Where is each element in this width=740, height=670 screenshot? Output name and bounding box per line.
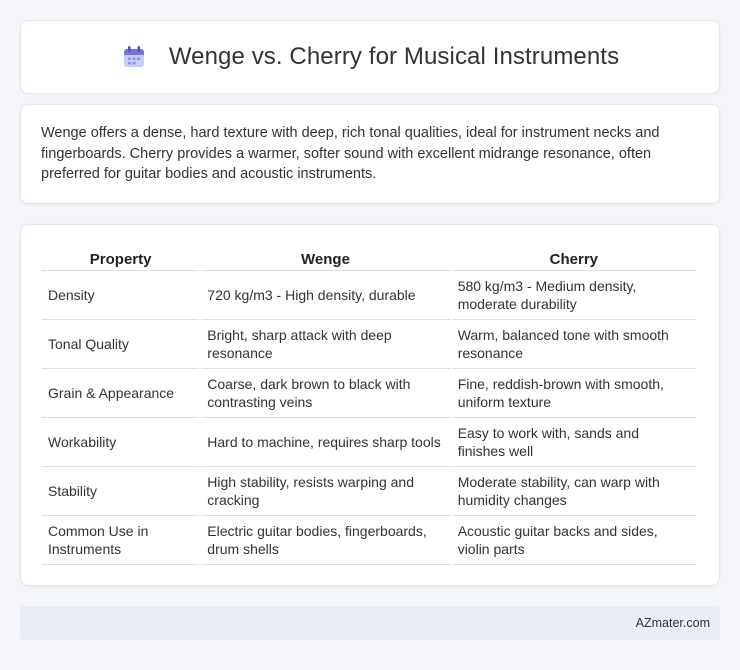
property-cell: Stability [42,467,200,516]
cherry-cell: Moderate stability, can warp with humidi… [451,467,696,516]
footer-site-link[interactable]: AZmater.com [636,616,710,630]
comparison-card: Property Wenge Cherry Density 720 kg/m3 … [20,224,720,586]
column-header-cherry: Cherry [451,245,696,271]
table-header-row: Property Wenge Cherry [42,245,696,271]
table-row: Workability Hard to machine, requires sh… [42,418,696,467]
footer-bar: AZmater.com [20,606,720,640]
wenge-cell: High stability, resists warping and crac… [201,467,450,516]
wenge-cell: Coarse, dark brown to black with contras… [201,369,450,418]
cherry-cell: Warm, balanced tone with smooth resonanc… [451,320,696,369]
property-cell: Common Use in Instruments [42,516,200,565]
table-row: Grain & Appearance Coarse, dark brown to… [42,369,696,418]
wenge-cell: Bright, sharp attack with deep resonance [201,320,450,369]
property-cell: Workability [42,418,200,467]
wenge-cell: Electric guitar bodies, fingerboards, dr… [201,516,450,565]
cherry-cell: 580 kg/m3 - Medium density, moderate dur… [451,271,696,320]
wenge-cell: 720 kg/m3 - High density, durable [201,271,450,320]
property-cell: Density [42,271,200,320]
comparison-table: Property Wenge Cherry Density 720 kg/m3 … [40,245,698,565]
column-header-wenge: Wenge [201,245,450,271]
wenge-cell: Hard to machine, requires sharp tools [201,418,450,467]
cherry-cell: Acoustic guitar backs and sides, violin … [451,516,696,565]
cherry-cell: Easy to work with, sands and finishes we… [451,418,696,467]
title-card: Wenge vs. Cherry for Musical Instruments [20,20,720,94]
table-row: Common Use in Instruments Electric guita… [42,516,696,565]
table-row: Stability High stability, resists warpin… [42,467,696,516]
intro-paragraph: Wenge offers a dense, hard texture with … [41,125,660,182]
table-row: Density 720 kg/m3 - High density, durabl… [42,271,696,320]
page-title: Wenge vs. Cherry for Musical Instruments [168,43,620,70]
cherry-cell: Fine, reddish-brown with smooth, uniform… [451,369,696,418]
column-header-property: Property [42,245,200,271]
property-cell: Grain & Appearance [42,369,200,418]
calendar-icon [121,44,147,70]
intro-card: Wenge offers a dense, hard texture with … [20,104,720,204]
table-row: Tonal Quality Bright, sharp attack with … [42,320,696,369]
property-cell: Tonal Quality [42,320,200,369]
